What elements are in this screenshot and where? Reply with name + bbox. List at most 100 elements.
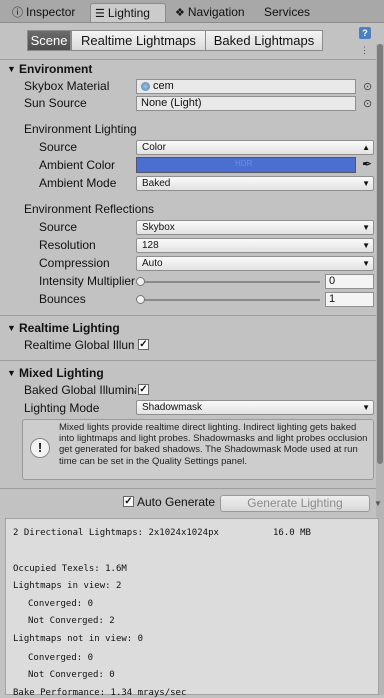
scrollbar-thumb[interactable] xyxy=(377,44,383,464)
realtime-gi-label: Realtime Global Illumination xyxy=(24,338,134,352)
stat-directional: 2 Directional Lightmaps: 2x1024x1024px xyxy=(13,528,219,538)
stat-not-in-view-not-converged: Not Converged: 0 xyxy=(28,670,115,680)
intensity-multiplier-label: Intensity Multiplier xyxy=(39,274,136,288)
material-icon xyxy=(141,82,150,91)
tab-inspector-label: Inspector xyxy=(26,5,76,19)
intensity-slider-track[interactable] xyxy=(140,281,320,283)
tab-lighting[interactable]: ☰ Lighting xyxy=(90,3,166,22)
mode-baked-lightmaps-button[interactable]: Baked Lightmaps xyxy=(205,30,323,51)
object-picker-icon[interactable]: ⊙ xyxy=(363,80,372,93)
lighting-mode-label: Lighting Mode xyxy=(24,401,100,415)
ambient-color-swatch[interactable]: HDR xyxy=(136,157,356,173)
bounces-slider-knob[interactable] xyxy=(136,295,145,304)
dropdown-arrow-icon: ▼ xyxy=(362,223,370,232)
tab-navigation-label: Navigation xyxy=(187,5,245,19)
section-divider xyxy=(0,488,376,489)
object-picker-icon[interactable]: ⊙ xyxy=(363,97,372,110)
env-source-dropdown[interactable]: Color ▲︎ xyxy=(136,140,374,155)
env-source-label: Source xyxy=(39,140,78,154)
generate-options-arrow-icon[interactable]: ▼ xyxy=(374,499,382,508)
section-divider xyxy=(0,59,376,60)
sun-source-label: Sun Source xyxy=(24,96,87,110)
skybox-material-label: Skybox Material xyxy=(24,79,110,93)
stat-not-in-view-converged: Converged: 0 xyxy=(28,653,94,663)
auto-generate-label: Auto Generate xyxy=(137,495,216,509)
lighting-mode-dropdown[interactable]: Shadowmask ▼ xyxy=(136,400,374,415)
resolution-value: 128 xyxy=(142,240,159,251)
dropdown-arrow-icon: ▼ xyxy=(362,241,370,250)
environment-lighting-title: Environment Lighting xyxy=(24,122,137,136)
help-text: Mixed lights provide realtime direct lig… xyxy=(59,422,368,467)
skybox-material-value: cem xyxy=(153,80,174,92)
skybox-material-field[interactable]: cem xyxy=(136,79,356,94)
bounces-value-field[interactable]: 1 xyxy=(325,292,374,307)
tab-navigation[interactable]: ❖ Navigation xyxy=(175,3,245,22)
baked-gi-label: Baked Global Illumination xyxy=(24,383,136,397)
stat-bake-performance: Bake Performance: 1.34 mrays/sec xyxy=(13,688,187,698)
realtime-gi-checkbox[interactable]: ✓ xyxy=(138,339,149,350)
stat-in-view-not-converged: Not Converged: 2 xyxy=(28,616,115,626)
bounces-label: Bounces xyxy=(39,292,86,306)
baked-gi-checkbox[interactable]: ✓ xyxy=(138,384,149,395)
refl-source-value: Skybox xyxy=(142,222,175,233)
stat-in-view: Lightmaps in view: 2 xyxy=(13,581,122,591)
section-divider xyxy=(0,315,376,316)
foldout-arrow-icon[interactable]: ▼ xyxy=(7,323,16,333)
environment-header[interactable]: Environment xyxy=(19,62,384,76)
intensity-slider-knob[interactable] xyxy=(136,277,145,286)
stat-in-view-converged: Converged: 0 xyxy=(28,599,94,609)
mixed-lighting-help-box: ! Mixed lights provide realtime direct l… xyxy=(22,419,374,480)
window-tab-bar: ⓘ Inspector ☰ Lighting ❖ Navigation Service… xyxy=(0,0,384,23)
env-source-value: Color xyxy=(142,142,166,153)
eyedropper-icon[interactable]: ✒ xyxy=(362,157,372,171)
sun-source-value: None (Light) xyxy=(141,97,202,109)
ambient-mode-dropdown[interactable]: Baked ▼ xyxy=(136,176,374,191)
environment-reflections-title: Environment Reflections xyxy=(24,202,155,216)
dropdown-arrow-icon: ▼ xyxy=(362,259,370,268)
mode-scene-button[interactable]: Scene xyxy=(27,30,71,51)
compression-label: Compression xyxy=(39,256,110,270)
help-icon[interactable]: ? xyxy=(359,27,371,39)
settings-menu-icon[interactable]: ⋮ xyxy=(360,45,369,56)
tab-services-label: Services xyxy=(264,5,311,19)
resolution-label: Resolution xyxy=(39,238,96,252)
tab-services[interactable]: Services xyxy=(264,3,310,22)
refl-source-dropdown[interactable]: Skybox ▼ xyxy=(136,220,374,235)
ambient-mode-value: Baked xyxy=(142,178,171,189)
stat-occupied: Occupied Texels: 1.6M xyxy=(13,564,127,574)
section-divider xyxy=(0,360,376,361)
tab-lighting-label: Lighting xyxy=(107,6,150,20)
mode-baked-label: Baked Lightmaps xyxy=(213,33,315,48)
mixed-lighting-header[interactable]: Mixed Lighting xyxy=(19,366,384,380)
dropdown-arrow-icon: ▲︎ xyxy=(362,143,370,152)
ambient-mode-label: Ambient Mode xyxy=(39,176,117,190)
hdr-badge: HDR xyxy=(235,159,253,168)
lightmap-stats-panel: 2 Directional Lightmaps: 2x1024x1024px 1… xyxy=(5,518,379,698)
stat-not-in-view: Lightmaps not in view: 0 xyxy=(13,634,144,644)
info-icon: ! xyxy=(30,438,50,458)
foldout-arrow-icon[interactable]: ▼ xyxy=(7,368,16,378)
foldout-arrow-icon[interactable]: ▼ xyxy=(7,64,16,74)
compression-value: Auto xyxy=(142,258,163,269)
auto-generate-checkbox[interactable]: ✓ xyxy=(123,496,134,507)
navigation-icon: ❖ xyxy=(175,7,185,19)
intensity-value-field[interactable]: 0 xyxy=(325,274,374,289)
lighting-icon: ☰ xyxy=(95,8,105,20)
stat-size: 16.0 MB xyxy=(273,528,311,538)
mode-realtime-label: Realtime Lightmaps xyxy=(81,33,196,48)
dropdown-arrow-icon: ▼ xyxy=(362,179,370,188)
realtime-lighting-header[interactable]: Realtime Lighting xyxy=(19,321,384,335)
compression-dropdown[interactable]: Auto ▼ xyxy=(136,256,374,271)
bounces-slider-track[interactable] xyxy=(140,299,320,301)
refl-source-label: Source xyxy=(39,220,78,234)
mode-scene-label: Scene xyxy=(30,33,68,48)
sun-source-field[interactable]: None (Light) xyxy=(136,96,356,111)
ambient-color-label: Ambient Color xyxy=(39,158,116,172)
generate-lighting-button[interactable]: Generate Lighting xyxy=(220,495,370,512)
dropdown-arrow-icon: ▼ xyxy=(362,403,370,412)
info-icon: ⓘ xyxy=(12,7,23,19)
mode-realtime-lightmaps-button[interactable]: Realtime Lightmaps xyxy=(71,30,206,51)
lighting-mode-value: Shadowmask xyxy=(142,402,203,413)
resolution-dropdown[interactable]: 128 ▼ xyxy=(136,238,374,253)
tab-inspector[interactable]: ⓘ Inspector xyxy=(12,3,75,22)
